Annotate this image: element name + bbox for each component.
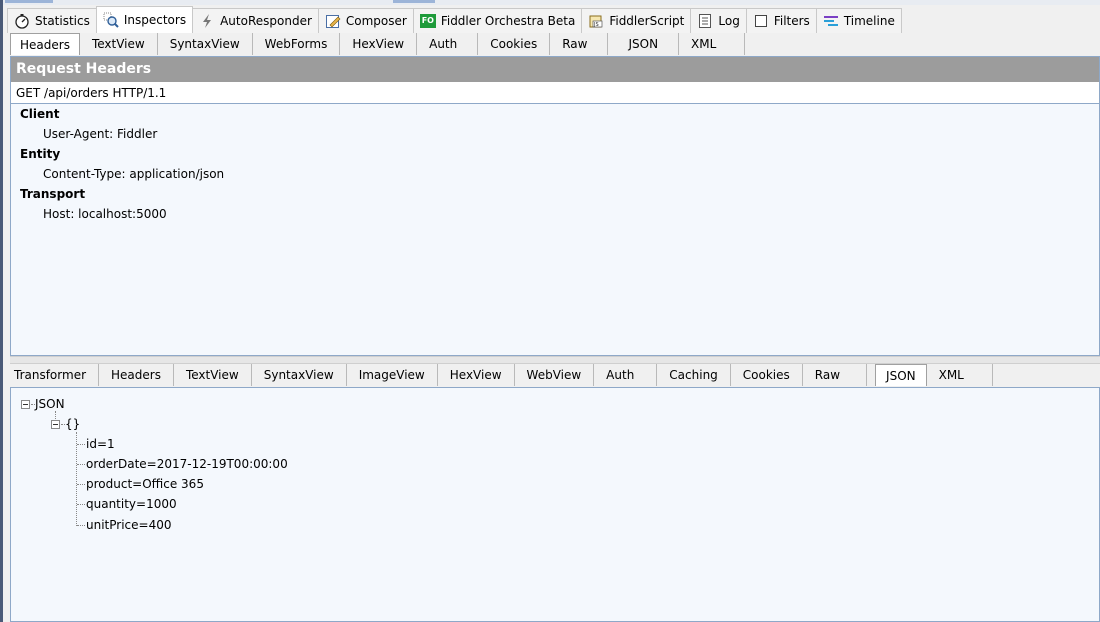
resp-tab-textview[interactable]: TextView [173,364,252,386]
tree-node-root[interactable]: JSON [35,395,65,413]
req-tab-auth[interactable]: Auth [417,33,479,55]
req-tab-json[interactable]: JSON [608,33,680,55]
pencil-icon [325,13,341,29]
tree-leaf-product[interactable]: product=Office 365 [86,475,204,493]
header-group-title[interactable]: Transport [11,184,1099,204]
tree-connector [77,504,85,505]
tab-composer[interactable]: Composer [317,8,414,33]
resp-tab-raw[interactable]: Raw [802,364,868,386]
header-group-title[interactable]: Client [11,104,1099,124]
request-line[interactable]: GET /api/orders HTTP/1.1 [11,82,1099,104]
req-tab-hexview[interactable]: HexView [340,33,418,55]
resp-tab-xml[interactable]: XML [926,364,993,386]
panel-splitter[interactable] [10,356,1100,364]
svg-text:JS: JS [593,22,599,28]
request-headers-title: Request Headers [11,57,1099,82]
tab-label: AutoResponder [220,14,312,28]
header-item[interactable]: User-Agent: Fiddler [11,124,1099,144]
tab-label: Statistics [35,14,90,28]
header-group-client: Client User-Agent: Fiddler [11,104,1099,144]
request-inspector-tabs: Headers TextView SyntaxView WebForms Hex… [10,33,1100,55]
tree-connector [76,432,77,526]
tab-label: Inspectors [123,13,187,27]
fo-badge: FO [419,14,436,28]
header-item[interactable]: Host: localhost:5000 [11,204,1099,224]
req-tab-headers[interactable]: Headers [10,33,80,55]
checkbox-icon [753,13,769,29]
resp-tab-json[interactable]: JSON [875,364,927,386]
tab-statistics[interactable]: Statistics [7,8,97,33]
window-left-edge [0,0,3,622]
tab-label: Composer [345,14,407,28]
tab-label: FiddlerScript [609,14,685,28]
tree-leaf-quantity[interactable]: quantity=1000 [86,495,177,513]
req-tab-syntaxview[interactable]: SyntaxView [157,33,253,55]
tree-connector [77,464,85,465]
resp-tab-caching[interactable]: Caching [657,364,731,386]
tree-node-object[interactable]: {} [65,415,80,433]
resp-tab-transformer[interactable]: Transformer [10,364,100,386]
script-icon: JS [588,13,604,29]
resp-tab-webview[interactable]: WebView [514,364,595,386]
resp-tab-auth[interactable]: Auth [594,364,658,386]
response-inspector-tabs: Transformer Headers TextView SyntaxView … [10,364,1100,386]
resp-tab-filler [992,364,1100,386]
tab-inspectors[interactable]: Inspectors [95,6,194,33]
header-group-title[interactable]: Entity [11,144,1099,164]
tab-fiddler-orchestra[interactable]: FO Fiddler Orchestra Beta [412,8,583,33]
magnifier-icon [103,12,119,28]
resp-tab-syntaxview[interactable]: SyntaxView [251,364,347,386]
tab-label: Filters [773,14,810,28]
header-group-entity: Entity Content-Type: application/json [11,144,1099,184]
header-item[interactable]: Content-Type: application/json [11,164,1099,184]
tab-log[interactable]: Log [690,8,747,33]
tree-connector [77,484,85,485]
collapse-object-icon[interactable] [51,420,60,429]
resp-tab-imageview[interactable]: ImageView [346,364,438,386]
stopwatch-icon [14,13,30,29]
req-tab-textview[interactable]: TextView [79,33,158,55]
log-icon [697,13,713,29]
header-group-transport: Transport Host: localhost:5000 [11,184,1099,224]
req-tab-raw[interactable]: Raw [550,33,609,55]
tab-label: Fiddler Orchestra Beta [440,14,576,28]
collapse-root-icon[interactable] [21,400,30,409]
tab-label: Log [718,14,740,28]
timeline-icon [823,13,839,29]
tab-autoresponder[interactable]: AutoResponder [192,8,319,33]
req-tab-cookies[interactable]: Cookies [478,33,551,55]
req-tab-filler [745,33,1100,55]
tree-leaf-unitprice[interactable]: unitPrice=400 [86,516,171,534]
req-tab-webforms[interactable]: WebForms [252,33,341,55]
tab-label: Timeline [843,14,895,28]
tab-timeline[interactable]: Timeline [815,8,902,33]
resp-tab-hexview[interactable]: HexView [437,364,515,386]
resp-tab-cookies[interactable]: Cookies [730,364,803,386]
fo-icon: FO [419,13,436,29]
tree-connector [77,444,85,445]
req-tab-xml[interactable]: XML [679,33,746,55]
tree-leaf-id[interactable]: id=1 [86,435,115,453]
tree-leaf-orderdate[interactable]: orderDate=2017-12-19T00:00:00 [86,455,288,473]
resp-tab-headers[interactable]: Headers [99,364,174,386]
tree-connector [77,525,85,526]
main-tab-strip: Statistics Inspectors AutoResponder Comp… [3,5,1100,33]
response-json-panel: JSON {} id=1 orderDate=2017-12-19T00:00:… [10,387,1100,622]
tab-filters[interactable]: Filters [745,8,817,33]
lightning-icon [199,13,215,29]
tab-fiddlerscript[interactable]: JS FiddlerScript [581,8,692,33]
request-headers-panel: Request Headers GET /api/orders HTTP/1.1… [10,56,1100,356]
